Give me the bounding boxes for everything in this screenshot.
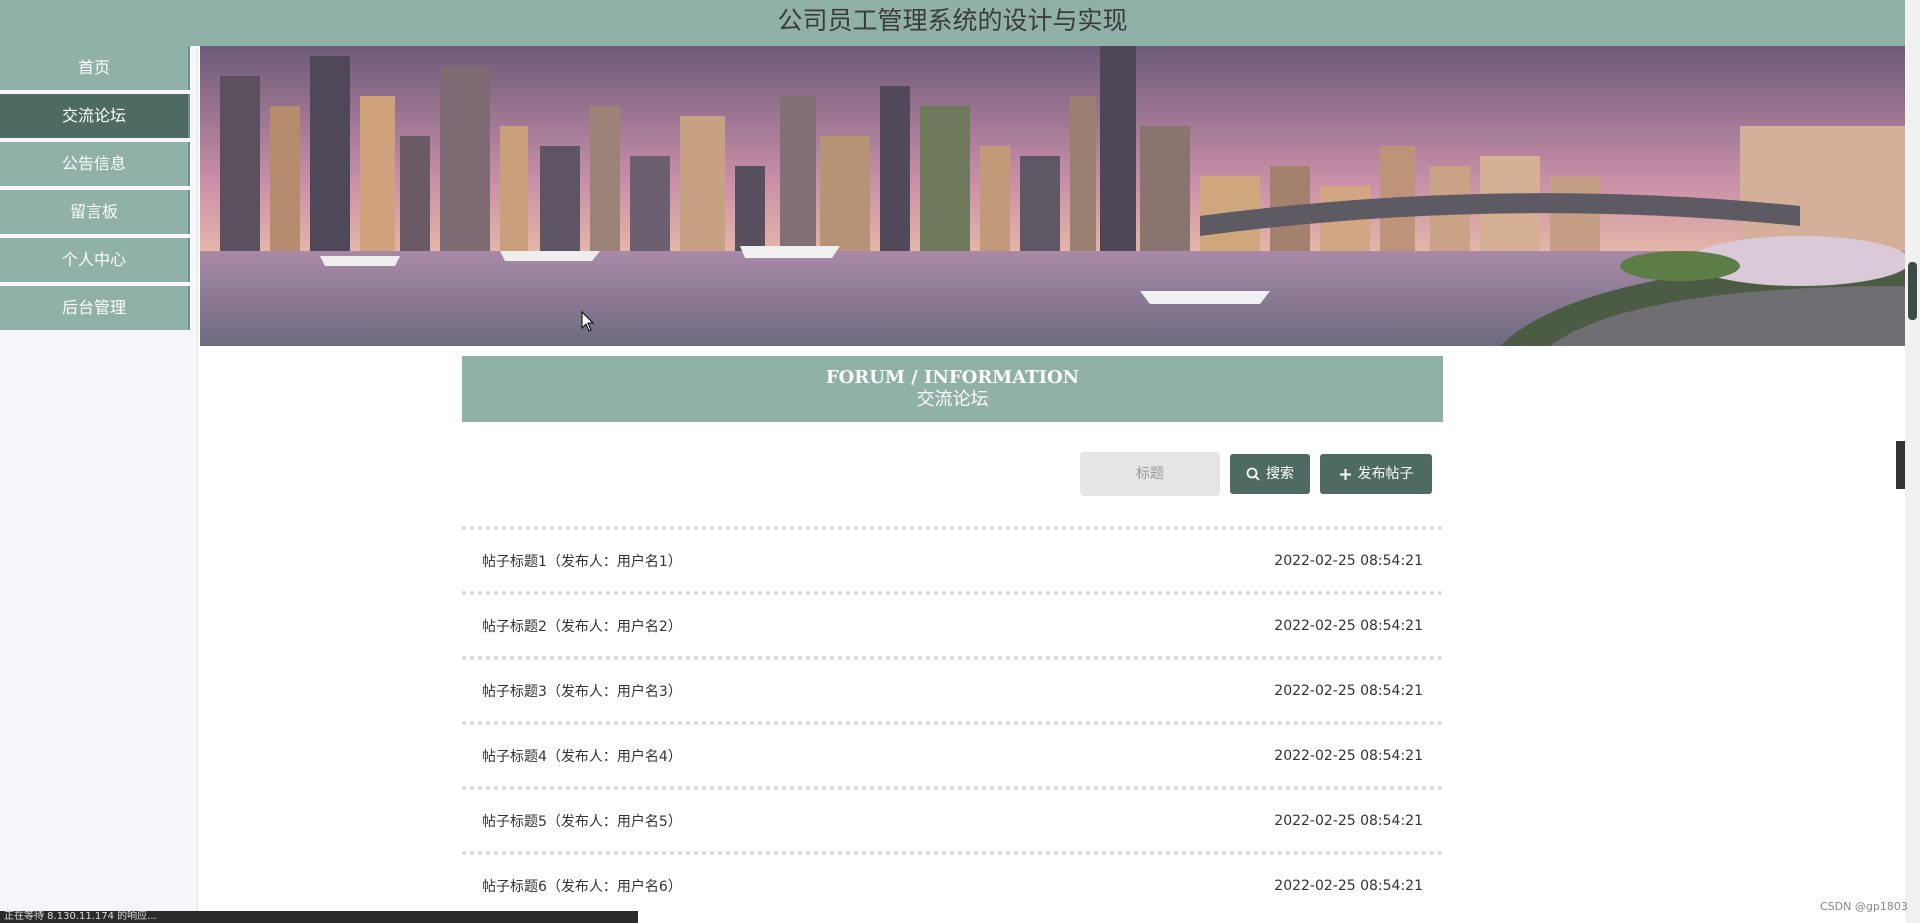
search-input[interactable] <box>1080 452 1220 496</box>
post-list: 帖子标题1（发布人：用户名1） 2022-02-25 08:54:21 帖子标题… <box>462 526 1443 916</box>
post-row[interactable]: 帖子标题1（发布人：用户名1） 2022-02-25 08:54:21 <box>462 526 1443 591</box>
watermark: CSDN @gp1803 <box>1820 900 1908 913</box>
publish-post-button-label: 发布帖子 <box>1357 466 1414 482</box>
forum-title-cn: 交流论坛 <box>916 389 989 410</box>
forum-title-banner: FORUM / INFORMATION 交流论坛 <box>462 356 1443 422</box>
plus-icon <box>1339 468 1351 480</box>
post-title: 帖子标题6（发布人：用户名6） <box>482 878 682 895</box>
banner-image <box>200 46 1905 346</box>
post-title: 帖子标题5（发布人：用户名5） <box>482 813 682 830</box>
post-row[interactable]: 帖子标题2（发布人：用户名2） 2022-02-25 08:54:21 <box>462 591 1443 656</box>
post-time: 2022-02-25 08:54:21 <box>1274 617 1423 634</box>
sidebar-item-home[interactable]: 首页 <box>0 46 190 90</box>
post-time: 2022-02-25 08:54:21 <box>1274 552 1423 569</box>
sidebar-item-announcements[interactable]: 公告信息 <box>0 142 190 186</box>
post-time: 2022-02-25 08:54:21 <box>1274 812 1423 829</box>
post-row[interactable]: 帖子标题5（发布人：用户名5） 2022-02-25 08:54:21 <box>462 786 1443 851</box>
mouse-cursor-icon <box>581 311 595 332</box>
sidebar-item-admin[interactable]: 后台管理 <box>0 286 190 330</box>
post-title: 帖子标题2（发布人：用户名2） <box>482 618 682 635</box>
search-icon <box>1246 467 1260 481</box>
sidebar: 首页 交流论坛 公告信息 留言板 个人中心 后台管理 <box>0 46 198 923</box>
sidebar-item-message-board[interactable]: 留言板 <box>0 190 190 234</box>
publish-post-button[interactable]: 发布帖子 <box>1320 454 1432 494</box>
sidebar-item-forum[interactable]: 交流论坛 <box>0 94 190 138</box>
post-row[interactable]: 帖子标题4（发布人：用户名4） 2022-02-25 08:54:21 <box>462 721 1443 786</box>
page-title: 公司员工管理系统的设计与实现 <box>777 6 1128 35</box>
post-title: 帖子标题3（发布人：用户名3） <box>482 683 682 700</box>
page-header: 公司员工管理系统的设计与实现 <box>0 0 1905 46</box>
page-scrollbar[interactable] <box>1905 0 1920 923</box>
search-button[interactable]: 搜索 <box>1230 454 1310 494</box>
post-row[interactable]: 帖子标题3（发布人：用户名3） 2022-02-25 08:54:21 <box>462 656 1443 721</box>
post-time: 2022-02-25 08:54:21 <box>1274 747 1423 764</box>
sidebar-item-personal-center[interactable]: 个人中心 <box>0 238 190 282</box>
forum-title-en: FORUM / INFORMATION <box>825 367 1080 388</box>
search-button-label: 搜索 <box>1266 466 1294 482</box>
browser-status-bar: 正在等待 8.130.11.174 的响应... <box>0 911 638 923</box>
post-row[interactable]: 帖子标题6（发布人：用户名6） 2022-02-25 08:54:21 <box>462 851 1443 916</box>
post-time: 2022-02-25 08:54:21 <box>1274 877 1423 894</box>
scrollbar-thumb[interactable] <box>1908 262 1917 320</box>
city-waterfront-image <box>200 46 1905 346</box>
post-title: 帖子标题1（发布人：用户名1） <box>482 553 682 570</box>
post-title: 帖子标题4（发布人：用户名4） <box>482 748 682 765</box>
post-time: 2022-02-25 08:54:21 <box>1274 682 1423 699</box>
